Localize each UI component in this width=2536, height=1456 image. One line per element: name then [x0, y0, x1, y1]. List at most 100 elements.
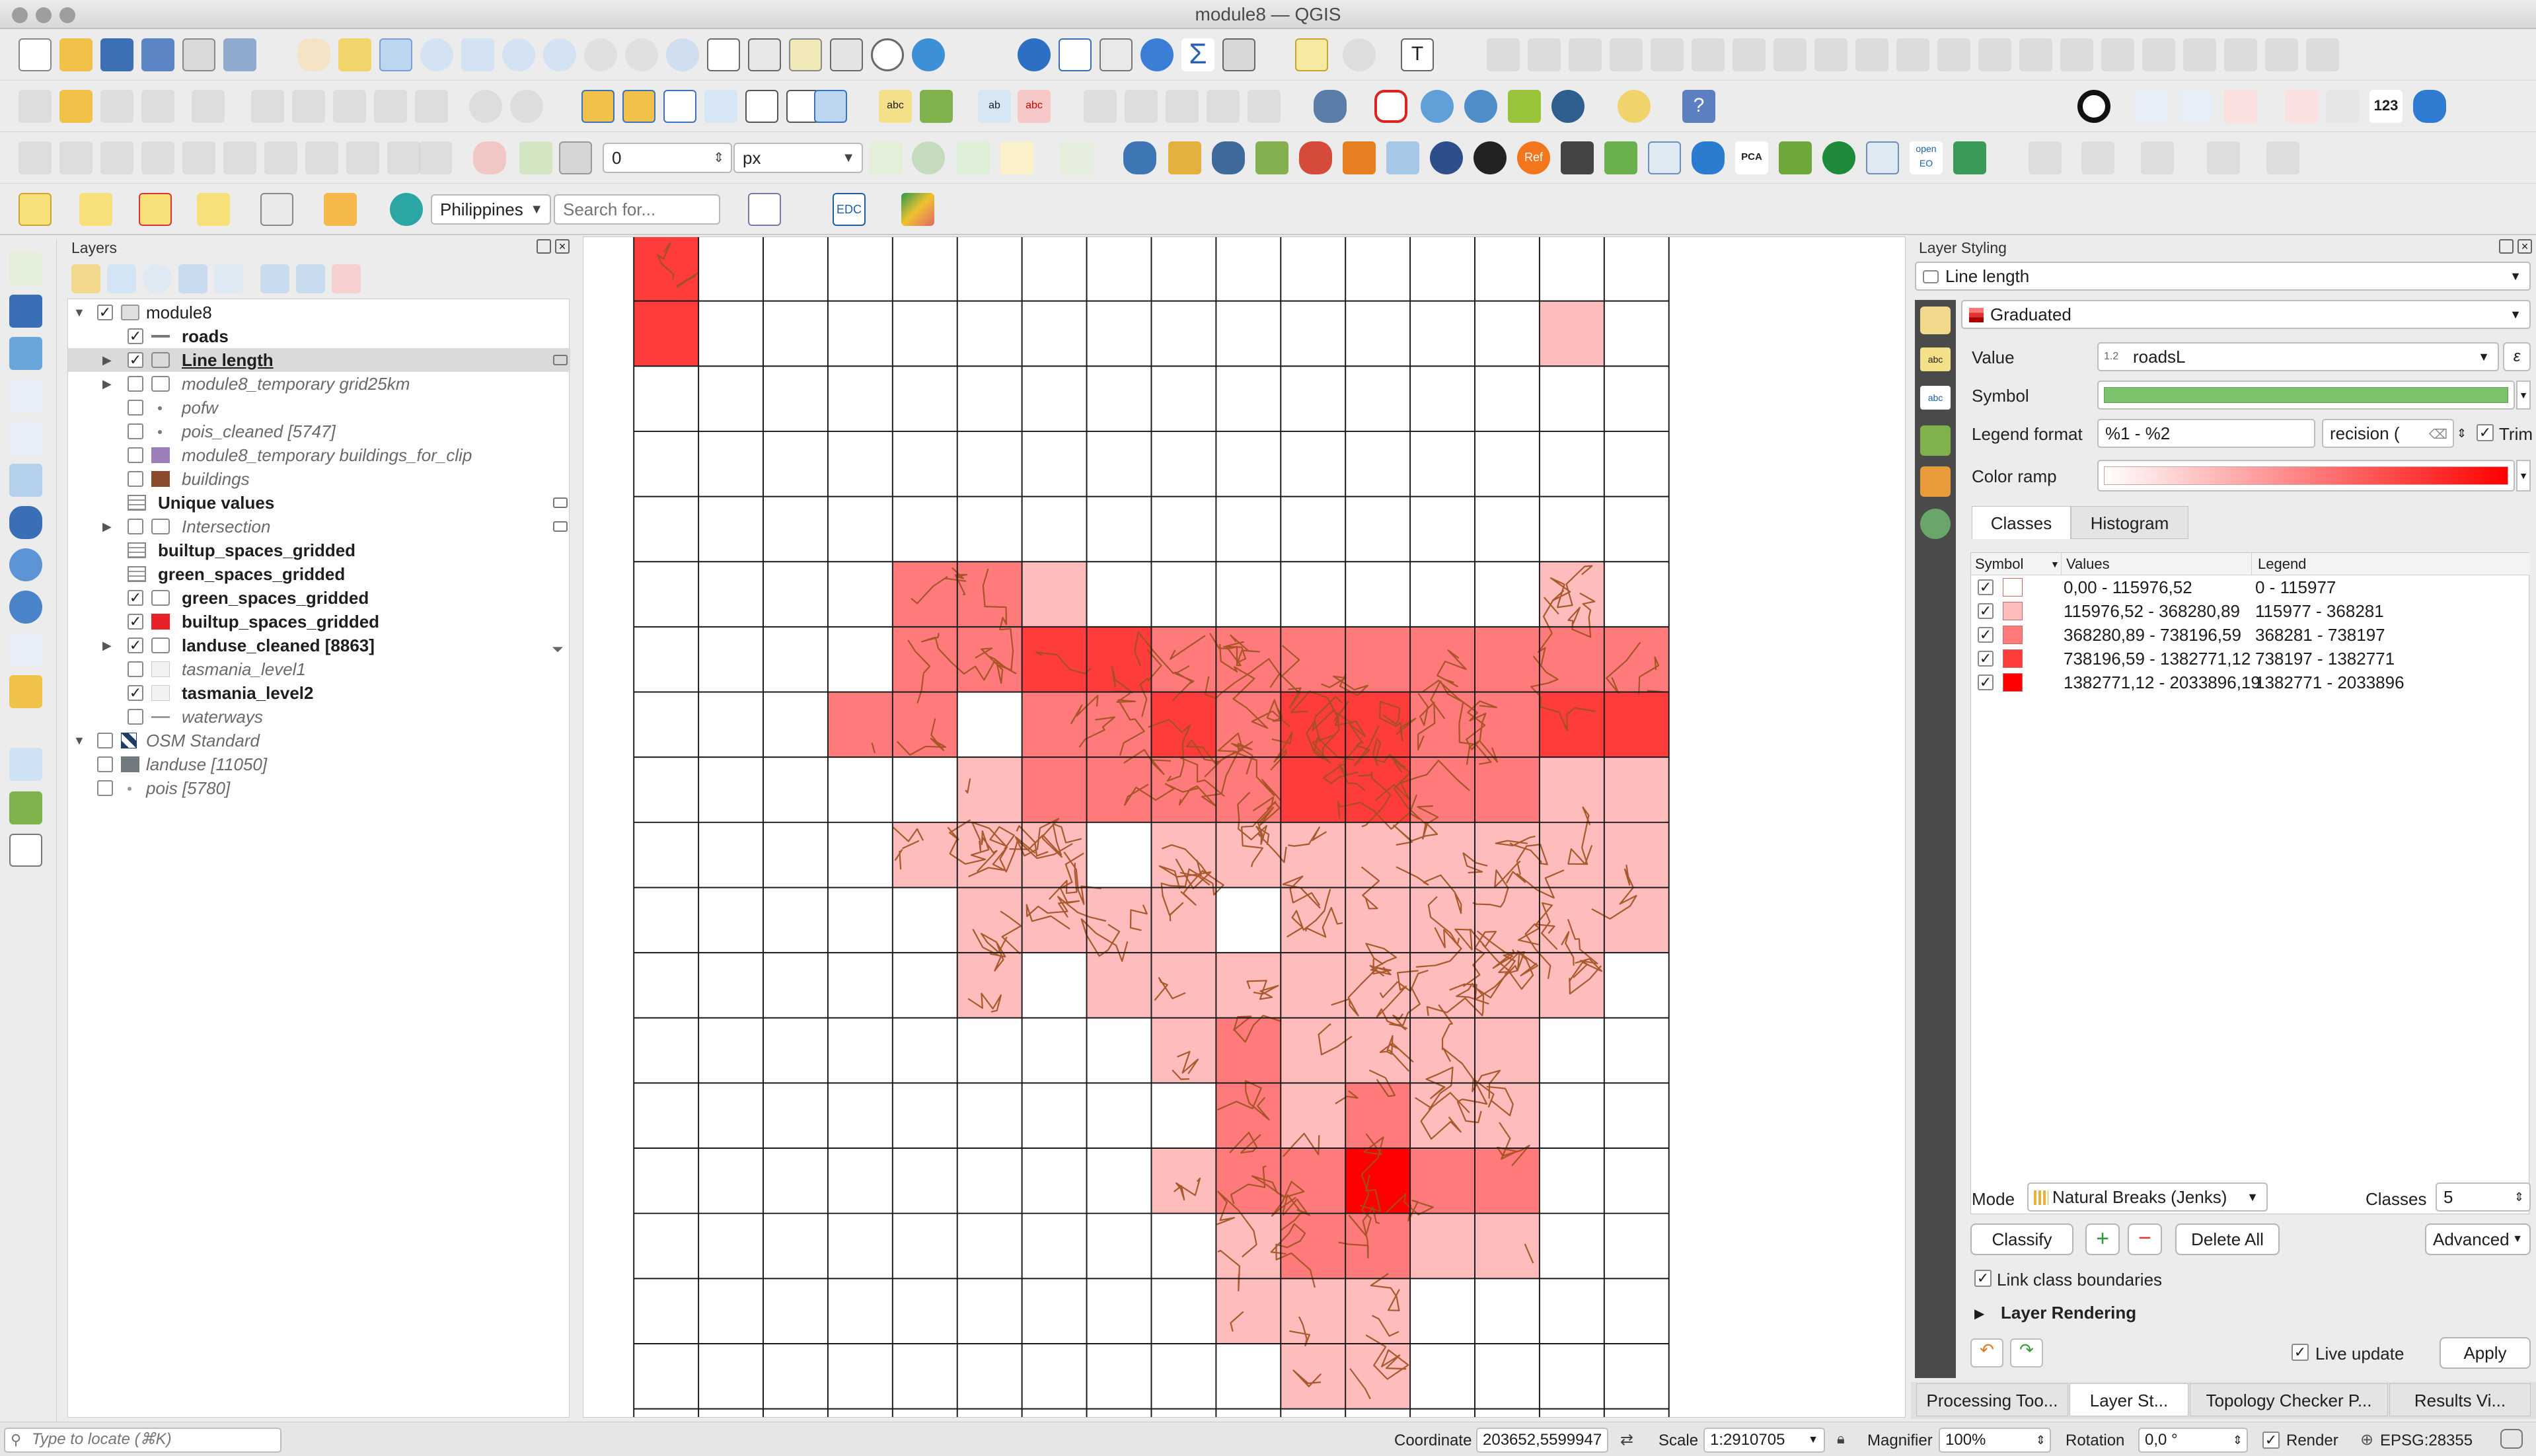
circle-tool-icon[interactable]: [2077, 90, 2110, 123]
select-features-icon[interactable]: [19, 193, 52, 226]
deselect-icon[interactable]: [139, 193, 172, 226]
statistical-summary-icon[interactable]: Σ: [1181, 38, 1214, 71]
class-checkbox[interactable]: ✓: [1978, 674, 1994, 690]
layer-tasmania-level1[interactable]: tasmania_level1: [68, 657, 570, 681]
grid-cell[interactable]: [892, 822, 957, 888]
add-postgis-icon[interactable]: [9, 506, 42, 539]
measure-icon[interactable]: [1222, 38, 1255, 71]
grid-cell[interactable]: [1410, 626, 1475, 692]
select-expression-icon[interactable]: [79, 193, 112, 226]
class-values[interactable]: 115976,52 - 368280,89: [2064, 599, 2240, 623]
add-vector-icon[interactable]: [9, 252, 42, 285]
layer-checkbox[interactable]: [97, 780, 113, 796]
apply-button[interactable]: Apply: [2440, 1337, 2531, 1369]
grid-cell[interactable]: [1151, 757, 1216, 822]
advanced-digitize-f-icon[interactable]: [223, 141, 256, 174]
plugin-folder-icon[interactable]: [1255, 141, 1288, 174]
plugin-sun-icon[interactable]: [1618, 90, 1651, 123]
grid-cell[interactable]: [1281, 626, 1346, 692]
chevron-down-icon[interactable]: ▼: [73, 301, 85, 324]
digitize-f-icon[interactable]: [1692, 38, 1725, 71]
select-location-icon[interactable]: [197, 193, 230, 226]
link-boundaries-checkbox[interactable]: ✓: [1974, 1270, 1992, 1287]
digitize-j-icon[interactable]: [1855, 38, 1888, 71]
grid-cell[interactable]: [1086, 953, 1152, 1018]
grid-cell[interactable]: [1345, 1083, 1411, 1149]
shape-e-icon[interactable]: [2266, 141, 2299, 174]
grid-cell[interactable]: [1410, 692, 1475, 758]
label-abc-icon[interactable]: abc: [879, 90, 912, 123]
diagram-icon[interactable]: [920, 90, 953, 123]
col-legend[interactable]: Legend: [2258, 553, 2306, 575]
grid-cell[interactable]: [892, 626, 957, 692]
sort-down-icon[interactable]: ▼: [2050, 553, 2060, 575]
add-class-icon[interactable]: +: [2085, 1223, 2120, 1255]
shape-d-icon[interactable]: [2207, 141, 2240, 174]
3d-view-tab-icon[interactable]: [1920, 425, 1951, 456]
layer-checkbox[interactable]: ✓: [128, 590, 143, 606]
zoom-full-icon[interactable]: [461, 38, 494, 71]
chevron-right-icon[interactable]: ▶: [102, 372, 112, 396]
processing-toolbox-icon[interactable]: [1140, 38, 1174, 71]
shape-b-icon[interactable]: [2081, 141, 2114, 174]
digitize-n-icon[interactable]: [2019, 38, 2052, 71]
lock-scale-icon[interactable]: 🔒︎: [1837, 1430, 1854, 1450]
zoom-next-icon[interactable]: [666, 38, 699, 71]
class-color-swatch[interactable]: [2003, 578, 2023, 597]
layer-builtup-spaces[interactable]: ✓ builtup_spaces_gridded: [68, 610, 570, 634]
class-color-swatch[interactable]: [2003, 649, 2023, 668]
snapping-tolerance-input[interactable]: 0 ⇕: [603, 143, 732, 173]
tab-results-viewer[interactable]: Results Vi...: [2389, 1383, 2531, 1416]
digitize-d-icon[interactable]: [1610, 38, 1643, 71]
class-legend[interactable]: 115977 - 368281: [2255, 599, 2384, 623]
grid-cell[interactable]: [1022, 562, 1087, 627]
layer-pofw[interactable]: pofw: [68, 396, 570, 419]
plugin-export-icon[interactable]: [1866, 141, 1899, 174]
layer-checkbox[interactable]: ✓: [128, 328, 143, 344]
advanced-button[interactable]: Advanced ▼: [2425, 1223, 2531, 1255]
grid-cell[interactable]: [1022, 626, 1087, 692]
layer-checkbox[interactable]: [128, 376, 143, 392]
layer-checkbox[interactable]: ✓: [128, 685, 143, 701]
grid-cell[interactable]: [1475, 757, 1540, 822]
route-tool-icon[interactable]: [2413, 90, 2446, 123]
trim-checkbox[interactable]: ✓: [2477, 424, 2494, 441]
plugin-fire-icon[interactable]: [1299, 141, 1332, 174]
python-console-icon[interactable]: [1123, 141, 1156, 174]
digitize-t-icon[interactable]: [2265, 38, 2298, 71]
layer-temporary-grid[interactable]: ▶ module8_temporary grid25km: [68, 372, 570, 396]
snapping-magnet-icon[interactable]: [473, 141, 506, 174]
layer-indicator-icon[interactable]: [553, 497, 568, 508]
class-checkbox[interactable]: ✓: [1978, 579, 1994, 595]
layer-waterways[interactable]: waterways: [68, 705, 570, 729]
chevron-down-icon[interactable]: ▼: [73, 729, 85, 752]
label-show-icon[interactable]: [1207, 90, 1240, 123]
temporal-controller-icon[interactable]: [871, 38, 904, 71]
plugin-grid-icon[interactable]: [1168, 141, 1201, 174]
advanced-digitize-j-icon[interactable]: [387, 141, 420, 174]
tab-histogram[interactable]: Histogram: [2071, 506, 2188, 539]
class-values[interactable]: 0,00 - 115976,52: [2064, 575, 2192, 599]
map-canvas[interactable]: [583, 237, 1906, 1418]
classes-count-input[interactable]: 5 ⇕: [2436, 1183, 2531, 1212]
layer-green-table[interactable]: green_spaces_gridded: [68, 562, 570, 586]
digitize-h-icon[interactable]: [1773, 38, 1807, 71]
help-icon[interactable]: ?: [1682, 90, 1715, 123]
tab-classes[interactable]: Classes: [1972, 506, 2071, 539]
history-tab-icon[interactable]: [1920, 509, 1951, 539]
grid-cell[interactable]: [1475, 1213, 1540, 1279]
grid-cell[interactable]: [1151, 692, 1216, 758]
value-field-select[interactable]: 1.2 roadsL ▼: [2097, 342, 2499, 371]
symbol-dropdown-icon[interactable]: ▼: [2516, 381, 2531, 410]
plugin-dark-globe-icon[interactable]: [1430, 141, 1463, 174]
grid-cell[interactable]: [1281, 1017, 1346, 1083]
plugin-camera-icon[interactable]: [1212, 141, 1245, 174]
layer-osm-standard[interactable]: ▼ OSM Standard: [68, 729, 570, 752]
advanced-digitize-a-icon[interactable]: [19, 141, 52, 174]
grid-cell[interactable]: [1410, 1083, 1475, 1149]
add-delimited-icon[interactable]: [9, 379, 42, 412]
grid-cell[interactable]: [1281, 1148, 1346, 1214]
grid-cell[interactable]: [634, 301, 699, 367]
grid-cell[interactable]: [1281, 1278, 1346, 1344]
chevron-right-icon[interactable]: ▶: [1974, 1305, 1984, 1322]
